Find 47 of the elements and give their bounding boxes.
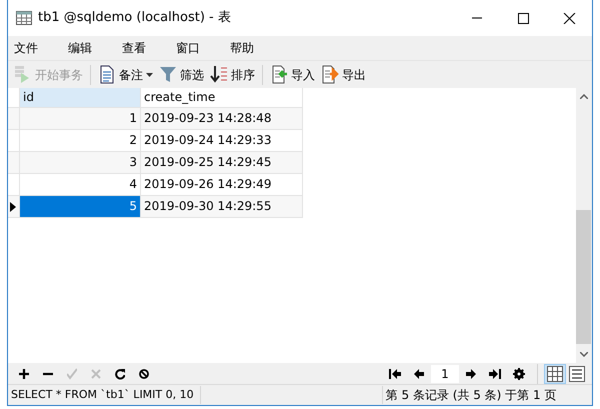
menu-item[interactable]: 查看	[120, 39, 148, 57]
last-page-icon	[489, 368, 501, 378]
first-page-icon	[389, 368, 401, 378]
next-page-icon	[465, 368, 477, 378]
export-icon	[321, 65, 339, 84]
scroll-up-icon	[580, 94, 588, 99]
window-title: tb1 @sqldemo (localhost) - 表	[38, 9, 232, 28]
query-text: SELECT * FROM `tb1` LIMIT 0, 10	[10, 386, 195, 403]
caret-icon	[146, 72, 153, 76]
record-position: 第 5 条记录 (共 5 条) 于第 1 页	[384, 387, 556, 404]
sort-icon	[210, 65, 228, 84]
menu-item[interactable]: 帮助	[228, 39, 256, 57]
scroll-down-icon	[580, 352, 588, 357]
table-cell: 5	[20, 196, 141, 218]
toolbar-button[interactable]: 排序	[207, 63, 258, 86]
row-header[interactable]	[8, 196, 20, 218]
row-pointer-icon	[10, 202, 16, 212]
table-cell: 2019-09-23 14:28:48	[141, 108, 303, 130]
previous-page-icon	[413, 368, 425, 378]
table-icon	[16, 11, 32, 25]
scrollbar[interactable]	[576, 88, 592, 363]
maximize-icon	[516, 12, 530, 24]
column-header[interactable]: id	[20, 88, 141, 108]
table-cell: 2019-09-25 14:29:45	[141, 152, 303, 174]
view-toggle[interactable]	[566, 364, 588, 384]
table-cell: 2019-09-30 14:29:55	[141, 196, 303, 218]
table-cell: 1	[20, 108, 141, 130]
form-view-icon	[569, 366, 585, 382]
toolbar-button[interactable]: 备注	[95, 63, 156, 86]
corner-cell	[8, 88, 20, 108]
filter-icon	[159, 65, 177, 84]
menu-item[interactable]: 编辑	[66, 39, 94, 57]
settings-icon	[513, 368, 525, 380]
toolbar-button[interactable]: 筛选	[156, 63, 207, 86]
toolbar-button[interactable]: 导出	[318, 63, 369, 86]
scroll-thumb[interactable]	[576, 210, 591, 344]
page-field[interactable]: 1	[431, 364, 459, 382]
menu-item[interactable]: 文件	[12, 39, 40, 57]
toolbar-button[interactable]: 导入	[267, 63, 318, 86]
table-cell: 3	[20, 152, 141, 174]
import-icon	[270, 65, 288, 84]
document-icon	[98, 65, 116, 84]
close-icon	[562, 12, 576, 24]
column-header[interactable]: create_time	[141, 88, 303, 108]
menu-item[interactable]: 窗口	[174, 39, 202, 57]
view-toggle[interactable]	[544, 364, 566, 384]
grid-view-icon	[547, 366, 563, 382]
